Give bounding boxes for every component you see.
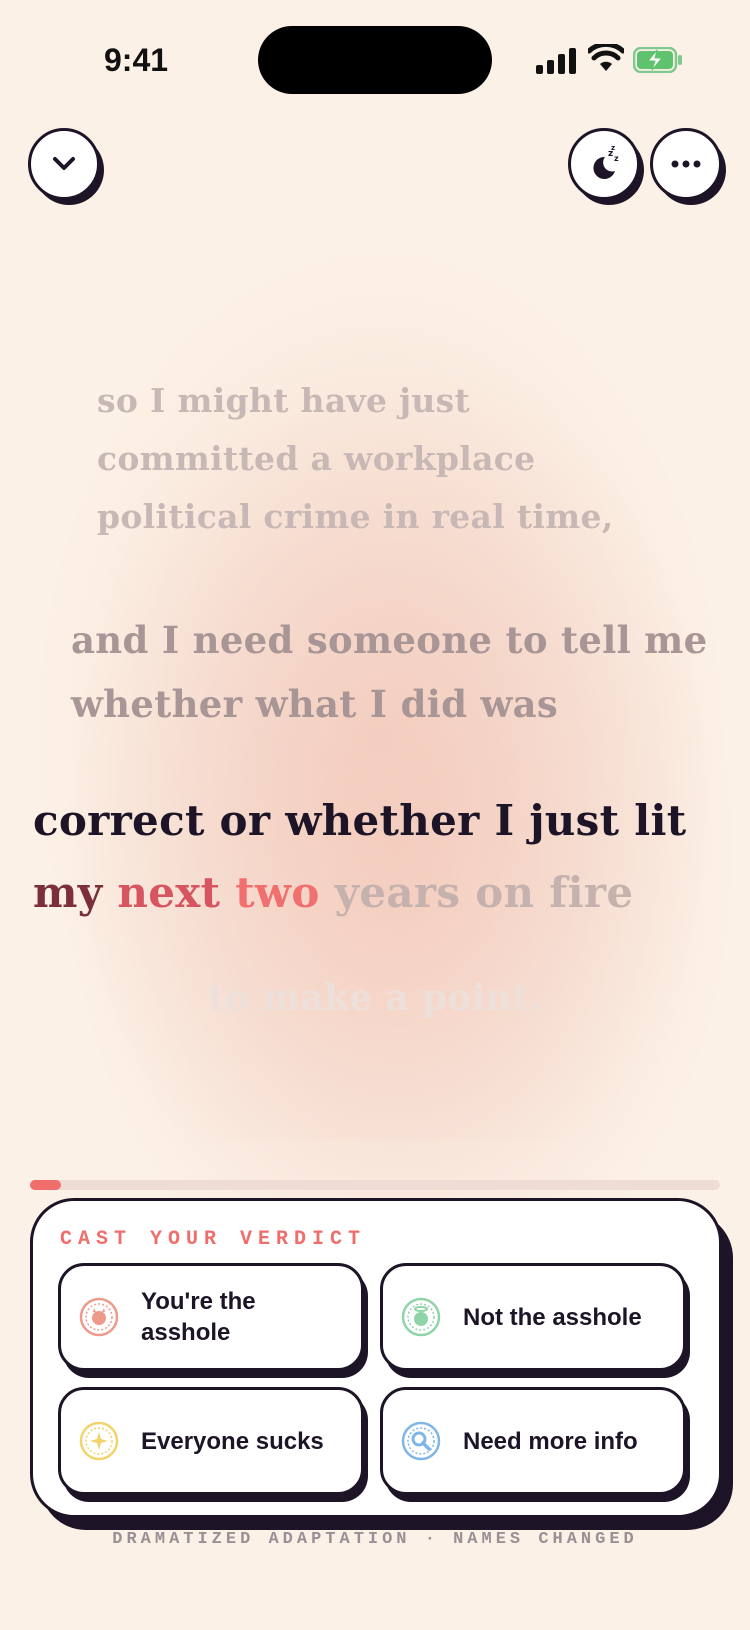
playback-progress-bar[interactable] bbox=[30, 1180, 720, 1190]
angel-face-icon bbox=[401, 1297, 441, 1337]
sleep-timer-button[interactable]: z z z bbox=[568, 128, 644, 205]
magnifier-icon bbox=[401, 1421, 441, 1461]
sparkle-icon bbox=[79, 1421, 119, 1461]
verdict-esh-button[interactable]: Everyone sucks bbox=[58, 1387, 368, 1502]
lyric-line-previous-2: so I might have just committed a workpla… bbox=[97, 381, 614, 536]
more-options-button[interactable] bbox=[650, 128, 726, 205]
battery-charging-icon bbox=[633, 47, 682, 73]
collapse-button[interactable] bbox=[28, 128, 104, 205]
svg-text:z: z bbox=[611, 145, 615, 152]
progress-fill bbox=[30, 1180, 62, 1190]
verdict-esh-label: Everyone sucks bbox=[141, 1427, 324, 1455]
lyric-line-current-continued: my next two years on fire bbox=[33, 857, 738, 929]
lyric-line-previous-1: and I need someone to tell me whether wh… bbox=[71, 618, 708, 726]
wifi-icon bbox=[588, 44, 624, 71]
devil-face-icon bbox=[79, 1297, 119, 1337]
dynamic-island bbox=[258, 26, 492, 94]
lyric-line-current: correct or whether I just lit bbox=[33, 796, 687, 845]
chevron-down-icon bbox=[53, 157, 75, 170]
verdict-nta-label: Not the asshole bbox=[463, 1303, 642, 1331]
verdict-yta-button[interactable]: You're the asshole bbox=[58, 1263, 368, 1378]
lyric-word-sung: my bbox=[33, 868, 103, 917]
lyric-word-active: two bbox=[235, 868, 320, 917]
svg-text:z: z bbox=[614, 154, 619, 163]
cellular-signal-icon bbox=[536, 48, 576, 74]
ellipsis-icon bbox=[671, 160, 701, 168]
moon-zzz-icon: z z z bbox=[593, 145, 619, 179]
verdict-info-label: Need more info bbox=[463, 1427, 638, 1455]
verdict-nta-button[interactable]: Not the asshole bbox=[380, 1263, 690, 1378]
verdict-title: CAST YOUR VERDICT bbox=[60, 1228, 367, 1251]
lyric-words-upcoming: years on fire bbox=[334, 868, 634, 917]
lyric-line-next: to make a point. bbox=[208, 977, 542, 1019]
footer-disclaimer: DRAMATIZED ADAPTATION · NAMES CHANGED bbox=[112, 1530, 638, 1549]
status-time: 9:41 bbox=[104, 42, 169, 78]
lyric-word-sung: next bbox=[117, 868, 221, 917]
verdict-info-button[interactable]: Need more info bbox=[380, 1387, 690, 1502]
verdict-yta-label: You're the asshole bbox=[141, 1288, 256, 1346]
